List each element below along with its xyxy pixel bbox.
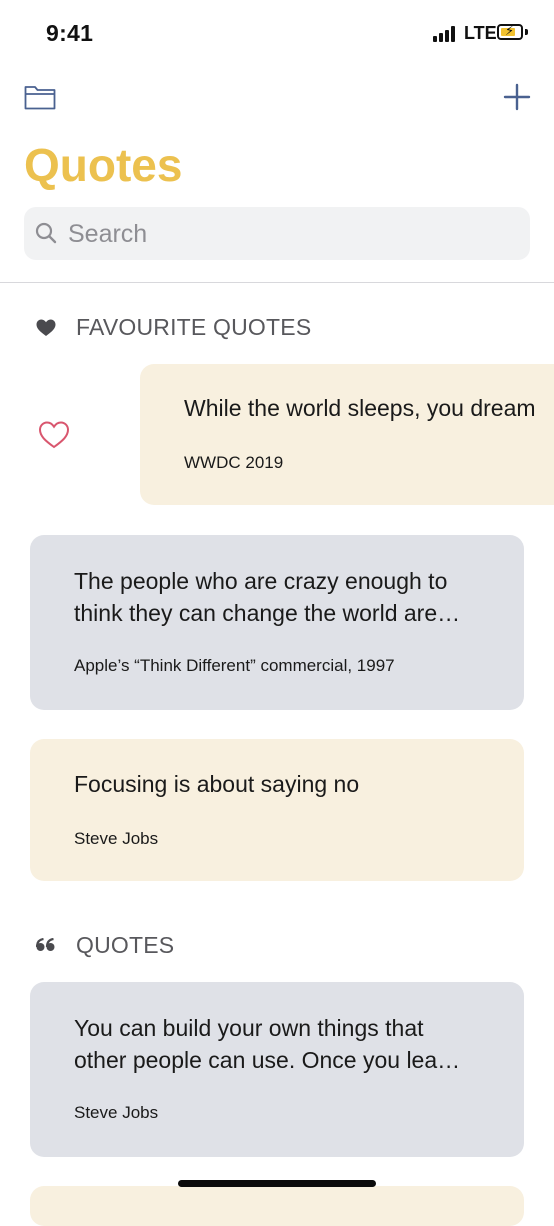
header-divider	[0, 282, 554, 283]
plus-icon	[503, 83, 531, 111]
status-time: 9:41	[46, 20, 94, 46]
quote-author: Apple’s “Think Different” commercial, 19…	[74, 656, 395, 675]
home-indicator[interactable]	[178, 1180, 376, 1187]
quote-author: Steve Jobs	[74, 829, 159, 848]
search-bar[interactable]	[24, 207, 530, 262]
page-title: Quotes	[24, 139, 183, 191]
heart-filled-icon	[36, 319, 56, 336]
add-quote-button[interactable]	[502, 82, 532, 112]
quote-text: While the world sleeps, you dream	[184, 395, 536, 421]
status-bar: 9:41 LTE ⚡	[0, 0, 554, 66]
quote-card-partial[interactable]	[30, 1186, 524, 1226]
battery-cap	[525, 29, 528, 35]
quote-text: You can build your own things that other…	[74, 1015, 461, 1073]
quote-card[interactable]: The people who are crazy enough to think…	[30, 535, 524, 710]
folder-icon	[24, 86, 56, 110]
favourite-toggle-button[interactable]	[38, 420, 70, 450]
search-input[interactable]	[66, 207, 510, 262]
quote-text: The people who are crazy enough to think…	[74, 568, 461, 626]
battery-icon: ⚡	[497, 23, 523, 40]
section-title: QUOTES	[76, 932, 175, 958]
quote-text: Focusing is about saying no	[74, 771, 360, 797]
folders-button[interactable]	[24, 84, 56, 110]
heart-outline-icon	[38, 421, 70, 449]
cellular-signal-icon	[433, 26, 459, 42]
network-type: LTE	[464, 23, 497, 43]
section-title: FAVOURITE QUOTES	[76, 314, 312, 340]
quote-card[interactable]: While the world sleeps, you dream WWDC 2…	[140, 364, 554, 505]
quote-card[interactable]: You can build your own things that other…	[30, 982, 524, 1157]
quote-author: Steve Jobs	[74, 1103, 159, 1122]
quote-mark-icon	[36, 938, 55, 951]
quote-author: WWDC 2019	[184, 453, 284, 472]
search-icon	[35, 222, 57, 244]
quote-card[interactable]: Focusing is about saying no Steve Jobs	[30, 739, 524, 881]
